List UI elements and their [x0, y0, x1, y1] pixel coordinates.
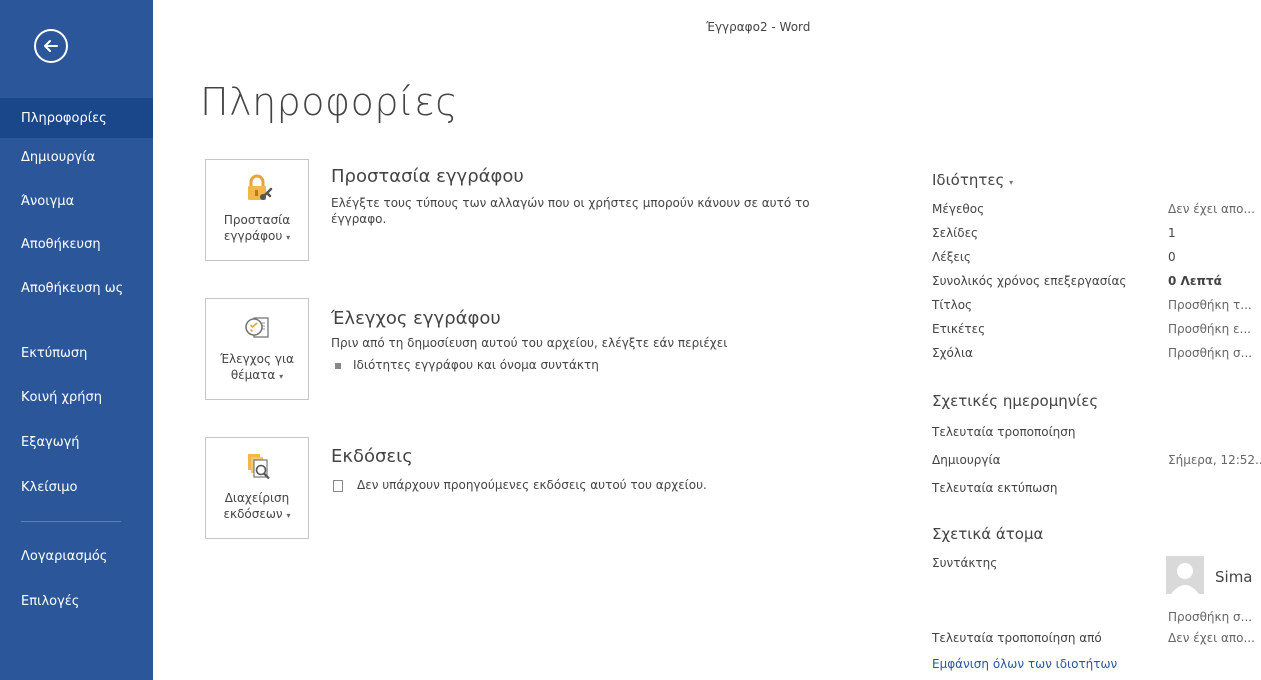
sidebar-item-export[interactable]: Εξαγωγή	[0, 434, 153, 451]
back-button[interactable]	[34, 29, 68, 63]
backstage-sidebar: Πληροφορίες Δημιουργία Άνοιγμα Αποθήκευσ…	[0, 0, 153, 680]
date-created-value: Σήμερα, 12:52...	[1168, 453, 1261, 467]
properties-heading[interactable]: Ιδιότητες ▾	[932, 171, 1013, 189]
property-pages-value: 1	[1168, 226, 1176, 240]
window-title: Έγγραφο2 - Word	[706, 20, 811, 34]
related-dates-heading: Σχετικές ημερομηνίες	[932, 392, 1099, 410]
date-last-modified-label: Τελευταία τροποποίηση	[932, 425, 1076, 439]
property-title-input[interactable]: Προσθήκη τ...	[1168, 298, 1252, 312]
property-words-label: Λέξεις	[932, 250, 971, 264]
sidebar-item-account[interactable]: Λογαριασμός	[0, 548, 153, 565]
property-editing-time-value: 0 Λεπτά	[1168, 274, 1222, 288]
property-editing-time-label: Συνολικός χρόνος επεξεργασίας	[932, 274, 1127, 288]
add-author-link[interactable]: Προσθήκη σ...	[1168, 610, 1252, 624]
sidebar-item-options[interactable]: Επιλογές	[0, 593, 153, 610]
property-tags-input[interactable]: Προσθήκη ε...	[1168, 322, 1251, 336]
versions-description: Δεν υπάρχουν προηγούμενες εκδόσεις αυτού…	[333, 477, 707, 493]
sidebar-item-info[interactable]: Πληροφορίες	[0, 98, 153, 138]
avatar[interactable]	[1166, 556, 1204, 594]
last-modified-by-value: Δεν έχει απο...	[1168, 631, 1255, 645]
property-comments-label: Σχόλια	[932, 346, 973, 360]
property-size-value: Δεν έχει απο...	[1168, 202, 1255, 216]
check-for-issues-button[interactable]: Έλεγχος για θέματα ▾	[205, 298, 309, 400]
inspect-document-title: Έλεγχος εγγράφου	[331, 308, 501, 329]
inspect-document-icon	[245, 317, 269, 338]
dropdown-arrow-icon: ▾	[1009, 178, 1014, 187]
property-size-label: Μέγεθος	[932, 202, 985, 216]
check-for-issues-label: Έλεγχος για θέματα ▾	[220, 352, 294, 382]
back-arrow-icon	[44, 40, 58, 52]
sidebar-item-save[interactable]: Αποθήκευση	[0, 236, 153, 253]
property-words-value: 0	[1168, 250, 1176, 264]
property-pages-label: Σελίδες	[932, 226, 979, 240]
protect-document-description: Ελέγξτε τους τύπους των αλλαγών που οι χ…	[331, 196, 810, 226]
property-comments-input[interactable]: Προσθήκη σ...	[1168, 346, 1252, 360]
inspect-document-description: Πριν από τη δημοσίευση αυτού του αρχείου…	[331, 336, 728, 350]
page-title: Πληροφορίες	[200, 80, 459, 124]
property-tags-label: Ετικέτες	[932, 322, 986, 336]
bullet-square-icon	[335, 362, 341, 369]
person-icon	[1166, 556, 1204, 594]
sidebar-item-print[interactable]: Εκτύπωση	[0, 345, 153, 362]
inspect-document-bullet: Ιδιότητες εγγράφου και όνομα συντάκτη	[335, 357, 599, 373]
sidebar-divider	[21, 521, 121, 522]
sidebar-item-new[interactable]: Δημιουργία	[0, 149, 153, 166]
manage-versions-label: Διαχείριση εκδόσεων ▾	[223, 491, 291, 521]
protect-document-title: Προστασία εγγράφου	[331, 166, 524, 187]
related-people-heading: Σχετικά άτομα	[932, 525, 1044, 543]
sidebar-item-save-as[interactable]: Αποθήκευση ως	[0, 280, 130, 297]
last-modified-by-label: Τελευταία τροποποίηση από	[932, 631, 1102, 645]
date-last-printed-label: Τελευταία εκτύπωση	[932, 481, 1058, 495]
versions-title: Εκδόσεις	[331, 446, 413, 467]
dropdown-arrow-icon: ▾	[286, 511, 291, 520]
sidebar-item-open[interactable]: Άνοιγμα	[0, 193, 153, 210]
lock-icon	[248, 174, 273, 200]
sidebar-item-share[interactable]: Κοινή χρήση	[0, 389, 153, 406]
sidebar-item-close[interactable]: Κλείσιμο	[0, 479, 153, 496]
author-name[interactable]: Sima	[1215, 568, 1253, 586]
dropdown-arrow-icon: ▾	[279, 372, 284, 381]
document-page-icon	[333, 479, 343, 492]
date-created-label: Δημιουργία	[932, 453, 1001, 467]
manage-versions-button[interactable]: Διαχείριση εκδόσεων ▾	[205, 437, 309, 539]
show-all-properties-link[interactable]: Εμφάνιση όλων των ιδιοτήτων	[932, 657, 1117, 671]
property-title-label: Τίτλος	[932, 298, 973, 312]
protect-document-button[interactable]: Προστασία εγγράφου ▾	[205, 159, 309, 261]
dropdown-arrow-icon: ▾	[286, 233, 291, 242]
author-label: Συντάκτης	[932, 556, 998, 570]
protect-document-label: Προστασία εγγράφου ▾	[223, 213, 291, 243]
versions-icon	[248, 454, 270, 480]
